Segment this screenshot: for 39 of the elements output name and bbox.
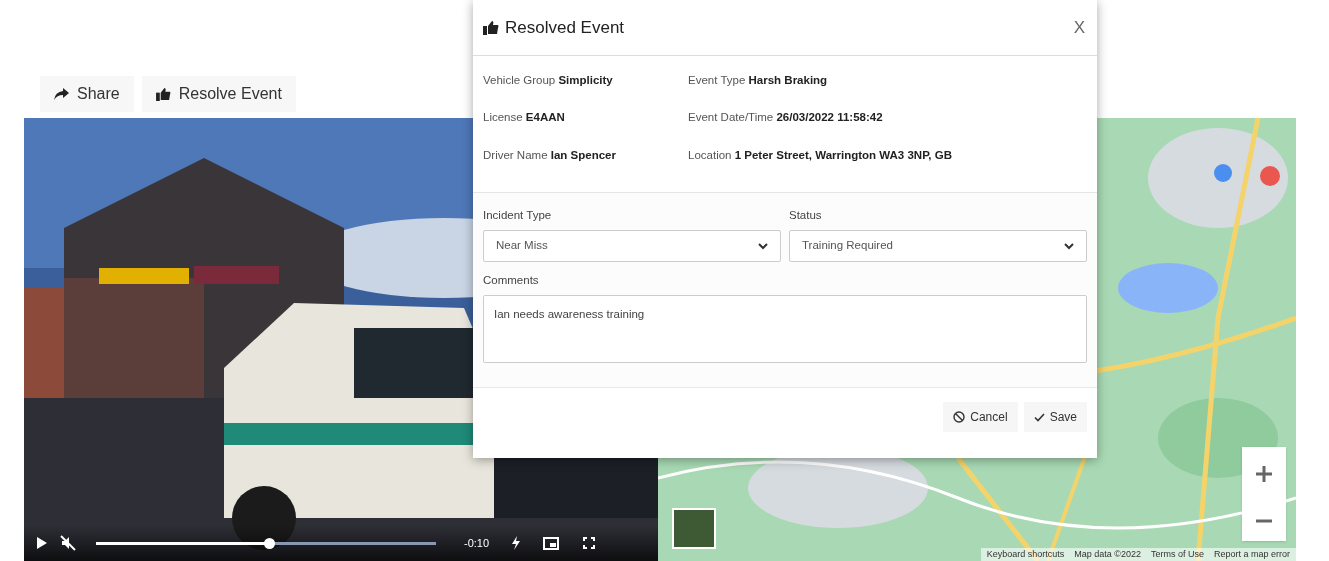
time-remaining: -0:10 <box>464 535 490 551</box>
chevron-down-icon <box>758 242 768 250</box>
lightning-icon[interactable] <box>511 536 522 550</box>
resolve-event-button[interactable]: Resolve Event <box>141 76 296 112</box>
dialog-title: Resolved Event <box>505 16 625 39</box>
detail-text: Location 1 Peter Street, Warrington WA3 3NP, GB <box>688 147 953 163</box>
mute-icon[interactable] <box>60 535 76 551</box>
picture-in-picture-icon[interactable] <box>543 536 560 550</box>
map-footer-link[interactable]: Terms of Use <box>1150 547 1204 561</box>
cancel-button[interactable]: Cancel <box>943 402 1018 433</box>
ban-icon <box>953 411 966 424</box>
detail-text: License E4AAN <box>483 110 566 126</box>
thumbs-up-icon <box>483 20 499 35</box>
save-button[interactable]: Save <box>1023 402 1087 433</box>
map-footer-link[interactable]: Keyboard shortcuts <box>986 547 1065 561</box>
seek-thumb[interactable] <box>264 537 276 549</box>
zoom-out-icon[interactable] <box>1255 519 1273 523</box>
comments-field[interactable]: Ian needs awareness training <box>483 295 1087 364</box>
thumbs-up-icon <box>155 87 171 101</box>
share-icon <box>54 88 69 100</box>
zoom-in-icon[interactable] <box>1255 465 1273 483</box>
check-icon <box>1033 412 1045 422</box>
map-footer-link[interactable]: Map data ©2022 <box>1074 547 1141 561</box>
select-field[interactable]: Training Required <box>789 230 1087 262</box>
share-button[interactable]: Share <box>40 76 134 112</box>
field-label: Status <box>789 207 823 223</box>
satellite-toggle[interactable] <box>672 508 716 549</box>
play-icon[interactable] <box>36 536 48 550</box>
detail-text: Vehicle Group Simplicity <box>483 73 614 88</box>
fullscreen-icon[interactable] <box>583 537 596 549</box>
chevron-down-icon <box>1064 242 1074 250</box>
detail-text: Event Date/Time 26/03/2022 11:58:42 <box>688 110 884 126</box>
detail-text: Event Type Harsh Braking <box>688 73 829 88</box>
comments-label: Comments <box>483 273 540 288</box>
field-label: Incident Type <box>483 207 553 223</box>
close-button[interactable]: X <box>1073 14 1085 41</box>
select-field[interactable]: Near Miss <box>483 230 781 262</box>
map-footer-link[interactable]: Report a map error <box>1213 547 1290 561</box>
detail-text: Driver Name Ian Spencer <box>483 147 617 163</box>
